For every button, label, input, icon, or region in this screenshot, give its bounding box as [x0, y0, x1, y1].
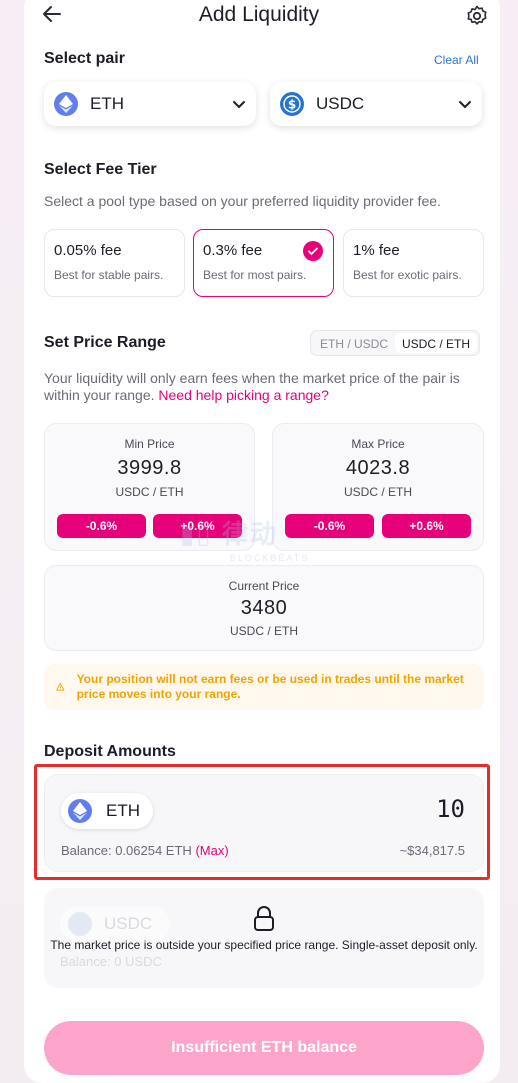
checkmark-icon [303, 241, 323, 261]
min-price-decrease-button[interactable]: -0.6% [57, 514, 146, 538]
toggle-usdc-eth[interactable]: USDC / ETH [395, 333, 478, 353]
price-direction-toggle[interactable]: ETH / USDC USDC / ETH [310, 330, 481, 356]
fee-tier-sub: Best for stable pairs. [54, 268, 164, 282]
token-b-label: USDC [316, 94, 365, 113]
range-help-link[interactable]: Need help picking a range? [158, 387, 328, 403]
min-price-label: Min Price [124, 437, 175, 451]
max-price-box: Max Price 4023.8 USDC / ETH -0.6% +0.6% [272, 423, 484, 551]
usdc-deposit-box-locked: USDC Balance: 0 USDC The market price is… [44, 888, 484, 988]
warning-icon [56, 683, 65, 691]
locked-message: The market price is outside your specifi… [50, 938, 478, 952]
token-a-select[interactable]: ETH [44, 82, 256, 126]
current-price-value: 3480 [240, 597, 288, 619]
deposit-heading: Deposit Amounts [44, 743, 176, 760]
chevron-down-icon [233, 101, 245, 109]
range-info: Your liquidity will only earn fees when … [44, 370, 484, 404]
usdc-balance: Balance: 0 USDC [60, 954, 162, 969]
fee-tier-description: Select a pool type based on your preferr… [44, 193, 441, 209]
usdc-token-label: USDC [104, 914, 153, 933]
usdc-icon [68, 912, 92, 936]
max-price-decrease-button[interactable]: -0.6% [285, 514, 374, 538]
max-price-value[interactable]: 4023.8 [273, 457, 483, 480]
warning-text: Your position will not earn fees or be u… [76, 672, 464, 701]
current-price-label: Current Price [228, 579, 300, 593]
min-price-unit: USDC / ETH [115, 485, 184, 499]
fee-tier-option[interactable]: 0.05% fee Best for stable pairs. [44, 229, 185, 297]
page-title: Add Liquidity [198, 3, 320, 26]
price-range-heading: Set Price Range [44, 334, 166, 351]
fee-tier-sub: Best for most pairs. [203, 268, 307, 282]
usdc-token-chip: USDC [60, 906, 170, 942]
usdc-icon: $ [280, 92, 304, 116]
submit-button[interactable]: Insufficient ETH balance [44, 1021, 484, 1075]
token-b-select[interactable]: $ USDC [270, 82, 482, 126]
fee-tier-heading: Select Fee Tier [44, 161, 157, 178]
fee-tier-option[interactable]: 1% fee Best for exotic pairs. [343, 229, 484, 297]
token-a-label: ETH [90, 94, 124, 113]
fee-tier-label: 0.05% fee [54, 242, 122, 259]
current-price-box: Current Price 3480 USDC / ETH [44, 565, 484, 651]
eth-icon [54, 92, 78, 116]
svg-text:$: $ [288, 98, 296, 112]
fee-tier-label: 1% fee [353, 242, 400, 259]
highlight-box [34, 764, 490, 880]
max-price-label: Max Price [351, 437, 405, 451]
lock-icon [252, 906, 276, 932]
current-price-unit: USDC / ETH [229, 624, 298, 638]
clear-all-link[interactable]: Clear All [434, 53, 479, 67]
chevron-down-icon [459, 101, 471, 109]
fee-tier-sub: Best for exotic pairs. [353, 268, 462, 282]
max-price-increase-button[interactable]: +0.6% [382, 514, 471, 538]
min-price-value[interactable]: 3999.8 [45, 457, 254, 480]
settings-gear-icon[interactable] [465, 4, 489, 28]
toggle-eth-usdc[interactable]: ETH / USDC [313, 333, 395, 353]
watermark-logo: ▮▯ 律动 [180, 519, 278, 549]
fee-tier-option-selected[interactable]: 0.3% fee Best for most pairs. [193, 229, 334, 297]
select-pair-heading: Select pair [44, 50, 125, 67]
out-of-range-warning: Your position will not earn fees or be u… [44, 664, 484, 710]
watermark-logo-sub: BLOCKBEATS [230, 553, 310, 563]
max-price-unit: USDC / ETH [343, 485, 412, 499]
